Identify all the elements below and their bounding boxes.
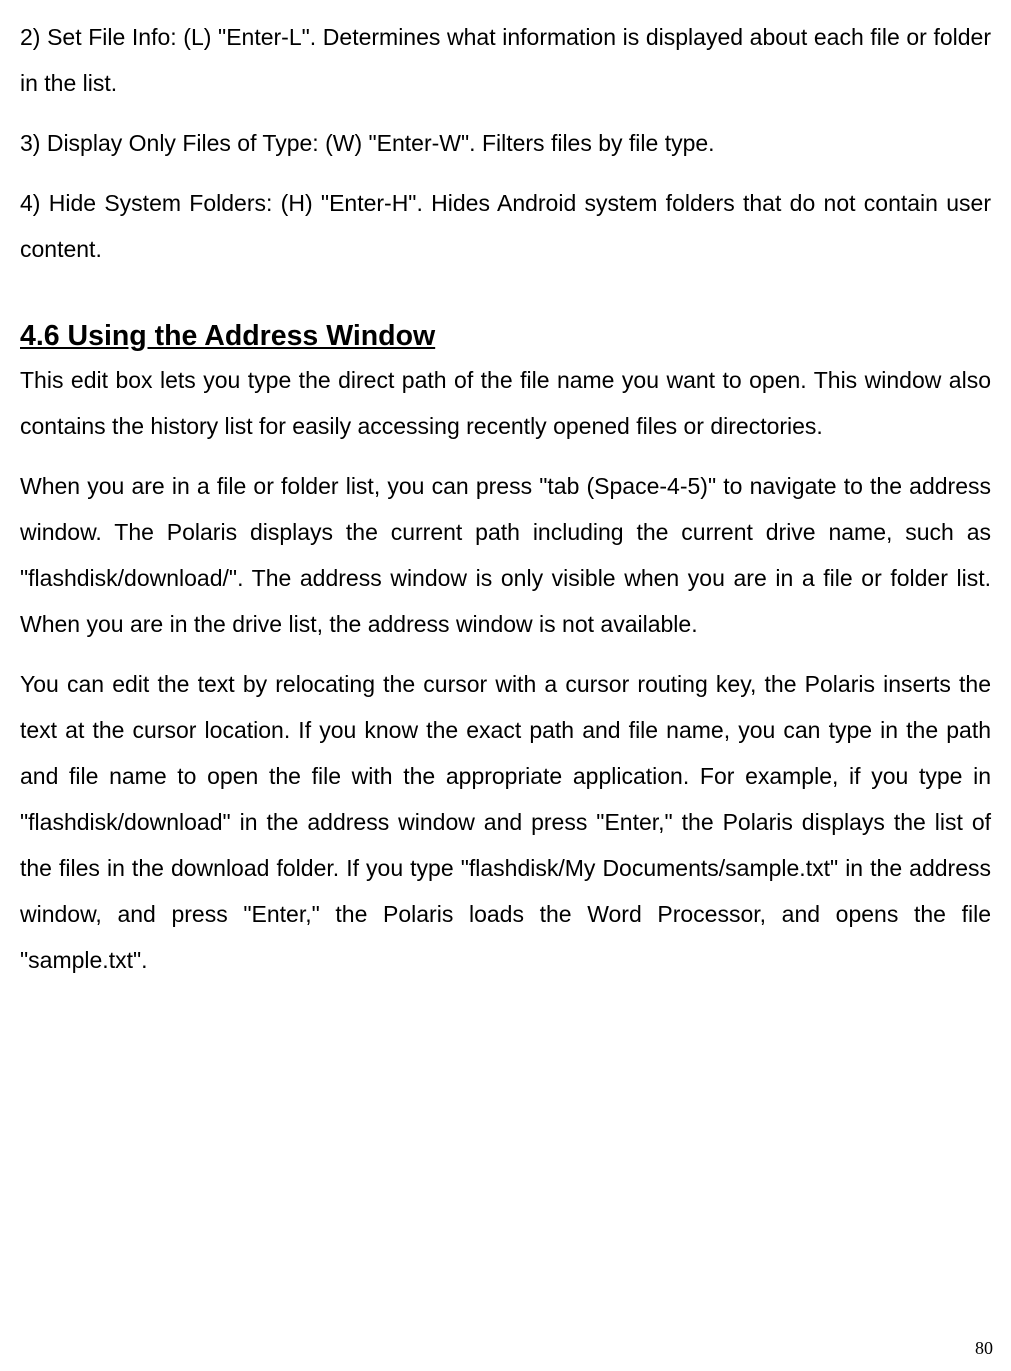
paragraph-item-3: 3) Display Only Files of Type: (W) "Ente… bbox=[20, 120, 991, 166]
paragraph-item-4: 4) Hide System Folders: (H) "Enter-H". H… bbox=[20, 180, 991, 272]
body-paragraph-2: When you are in a file or folder list, y… bbox=[20, 463, 991, 647]
paragraph-item-2: 2) Set File Info: (L) "Enter-L". Determi… bbox=[20, 14, 991, 106]
body-paragraph-1: This edit box lets you type the direct p… bbox=[20, 357, 991, 449]
page-number: 80 bbox=[975, 1338, 993, 1359]
body-paragraph-3: You can edit the text by relocating the … bbox=[20, 661, 991, 983]
section-heading-4-6: 4.6 Using the Address Window bbox=[20, 320, 991, 353]
